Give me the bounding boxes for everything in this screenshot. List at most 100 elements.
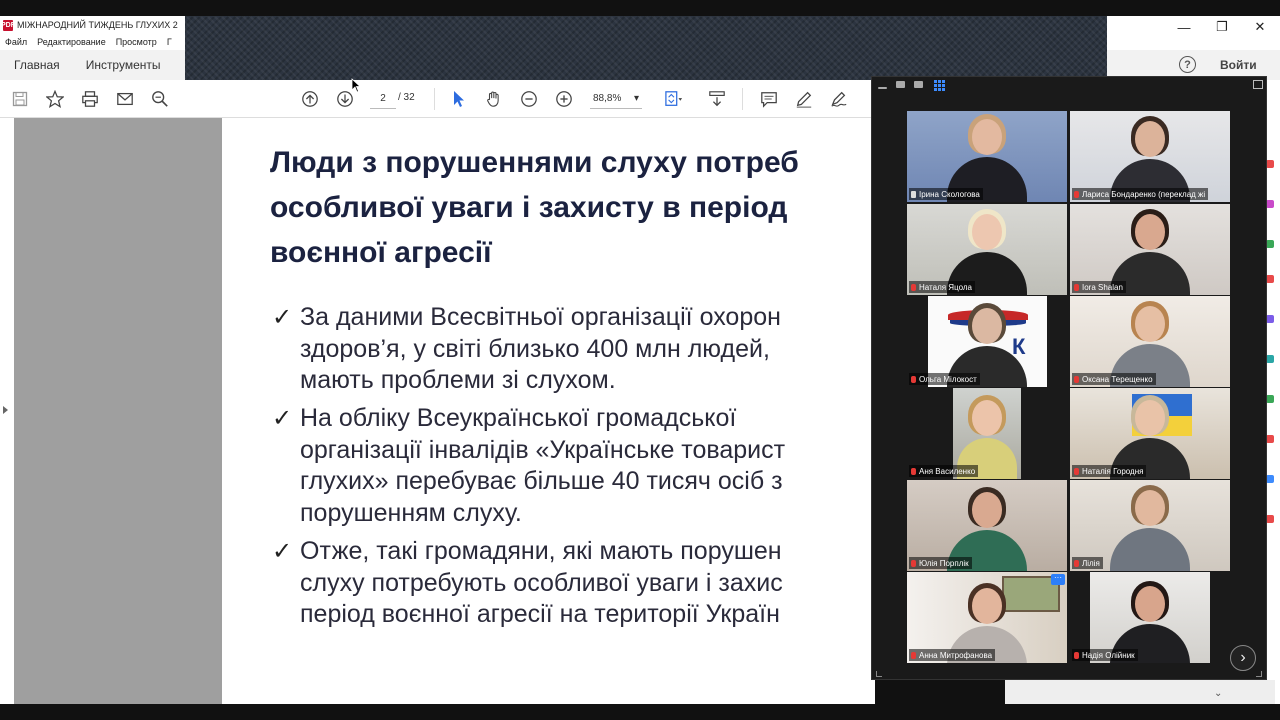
- save-icon[interactable]: [9, 88, 31, 110]
- participant-name-1: Ірина Скологова: [909, 188, 983, 200]
- zoom-out-icon[interactable]: [518, 88, 540, 110]
- mouse-cursor-icon: [351, 78, 361, 93]
- fit-page-icon[interactable]: [663, 88, 685, 110]
- slide-title-line-1: Люди з порушеннями слуху потреб: [270, 146, 799, 179]
- status-area: [1005, 680, 1275, 704]
- login-button[interactable]: Войти: [1220, 58, 1257, 72]
- page-total: / 32: [398, 92, 415, 103]
- slide-title-line-3: воєнної агресії: [270, 236, 492, 269]
- tab-home[interactable]: Главная: [14, 58, 60, 72]
- restore-button[interactable]: ❐: [1207, 16, 1237, 38]
- bookmark-star-icon[interactable]: [44, 88, 66, 110]
- document-title: МІЖНАРОДНИЙ ТИЖДЕНЬ ГЛУХИХ 2: [17, 20, 178, 30]
- scroll-down-icon[interactable]: ⌄: [1214, 688, 1222, 699]
- pin-icon: [911, 190, 916, 198]
- checkmark-icon: ✓: [272, 538, 293, 565]
- pdf-page: Люди з порушеннями слуху потреб особливо…: [222, 118, 875, 704]
- participant-tile-4[interactable]: Iora Shalan: [1070, 204, 1230, 295]
- comment-icon[interactable]: [758, 88, 780, 110]
- email-icon[interactable]: [114, 88, 136, 110]
- bullet-1-line-3: мають проблеми зі слухом.: [300, 366, 616, 394]
- zoom-level-select[interactable]: 88,8% ▾: [590, 89, 642, 109]
- bullet-3-line-1: Отже, такі громадяни, які мають порушен: [300, 537, 782, 565]
- menu-more[interactable]: Г: [167, 37, 172, 47]
- participant-tile-5[interactable]: К Ольга Мілокост: [907, 296, 1067, 387]
- hand-tool-icon[interactable]: [483, 88, 505, 110]
- tool-icon[interactable]: [1266, 515, 1274, 523]
- muted-mic-icon: [1074, 559, 1079, 567]
- tool-icon[interactable]: [1266, 475, 1274, 483]
- zoom-in-icon[interactable]: [553, 88, 575, 110]
- participant-more-button[interactable]: ···: [1051, 574, 1065, 585]
- gallery-view-icon[interactable]: [934, 80, 945, 91]
- participant-name-2: Лариса Бондаренко (переклад жі: [1072, 188, 1209, 200]
- participant-tile-3[interactable]: Наталя Яцола: [907, 204, 1067, 295]
- previous-page-icon[interactable]: [299, 88, 321, 110]
- bullet-2-line-1: На обліку Всеукраїнської громадської: [300, 404, 737, 432]
- pdf-app-icon: PDF: [1, 19, 15, 31]
- page-number-input[interactable]: 2: [370, 89, 396, 109]
- tool-icon[interactable]: [1266, 160, 1274, 168]
- tab-tools[interactable]: Инструменты: [86, 58, 161, 72]
- menu-edit[interactable]: Редактирование: [37, 37, 106, 47]
- expand-panel-arrow-icon[interactable]: [3, 406, 8, 414]
- muted-mic-icon: [1074, 467, 1079, 475]
- sign-icon[interactable]: [828, 88, 850, 110]
- participant-tile-9[interactable]: Юлія Порплік: [907, 480, 1067, 571]
- bullet-3-line-3: період воєнної агресії на території Укра…: [300, 600, 780, 628]
- select-cursor-icon[interactable]: [448, 88, 470, 110]
- scroll-mode-icon[interactable]: [706, 88, 728, 110]
- muted-mic-icon: [1074, 283, 1079, 291]
- tool-icon[interactable]: [1266, 275, 1274, 283]
- muted-mic-icon: [1074, 190, 1079, 198]
- participant-tile-10[interactable]: Лілія: [1070, 480, 1230, 571]
- checkmark-icon: ✓: [272, 405, 293, 432]
- participant-tile-6[interactable]: Оксана Терещенко: [1070, 296, 1230, 387]
- acrobat-title-bar: PDF МІЖНАРОДНИЙ ТИЖДЕНЬ ГЛУХИХ 2: [0, 16, 185, 34]
- participant-name-10: Лілія: [1072, 557, 1103, 569]
- document-background: [14, 118, 222, 704]
- tool-icon[interactable]: [1266, 315, 1274, 323]
- muted-mic-icon: [911, 651, 916, 659]
- resize-grip-icon[interactable]: [1256, 671, 1262, 677]
- resize-grip-icon[interactable]: [876, 671, 882, 677]
- tool-icon[interactable]: [1266, 355, 1274, 363]
- tool-icon[interactable]: [1266, 435, 1274, 443]
- participant-tile-2[interactable]: Лариса Бондаренко (переклад жі: [1070, 111, 1230, 202]
- participant-tile-12[interactable]: Надія Олійник: [1070, 572, 1230, 663]
- checkmark-icon: ✓: [272, 304, 293, 331]
- zoom-level-value: 88,8%: [593, 93, 622, 104]
- zoom-window-icon[interactable]: [914, 81, 923, 88]
- muted-mic-icon: [1074, 375, 1079, 383]
- menu-file[interactable]: Файл: [5, 37, 27, 47]
- participant-tile-11[interactable]: ··· Анна Митрофанова: [907, 572, 1067, 663]
- zoom-minimize-icon[interactable]: [878, 87, 887, 89]
- muted-mic-icon: [911, 467, 916, 475]
- print-icon[interactable]: [79, 88, 101, 110]
- participant-name-5: Ольга Мілокост: [909, 373, 980, 385]
- acrobat-tabs: Главная Инструменты: [0, 50, 185, 80]
- muted-mic-icon: [911, 375, 916, 383]
- participant-tile-1[interactable]: Ірина Скологова: [907, 111, 1067, 202]
- pen-icon[interactable]: [793, 88, 815, 110]
- bullet-2-line-3: глухих» перебуває більше 40 тисяч осіб з: [300, 467, 783, 495]
- muted-mic-icon: [911, 283, 916, 291]
- participant-tile-8[interactable]: Наталія Городня: [1070, 388, 1230, 479]
- search-icon[interactable]: [149, 88, 171, 110]
- toolbar-separator: [434, 88, 435, 110]
- menu-view[interactable]: Просмотр: [116, 37, 157, 47]
- tool-icon[interactable]: [1266, 240, 1274, 248]
- next-page-button[interactable]: ›: [1230, 645, 1256, 671]
- close-button[interactable]: ✕: [1245, 16, 1275, 38]
- minimize-button[interactable]: —: [1169, 16, 1199, 38]
- fullscreen-icon[interactable]: [1253, 80, 1263, 89]
- help-icon[interactable]: ?: [1179, 56, 1196, 73]
- zoom-tile-icon[interactable]: [896, 81, 905, 88]
- participant-tile-7[interactable]: Аня Василенко: [907, 388, 1067, 479]
- screen: PDF МІЖНАРОДНИЙ ТИЖДЕНЬ ГЛУХИХ 2 Файл Ре…: [0, 0, 1280, 720]
- tool-icon[interactable]: [1266, 395, 1274, 403]
- muted-mic-icon: [1074, 651, 1079, 659]
- participant-name-6: Оксана Терещенко: [1072, 373, 1156, 385]
- tool-icon[interactable]: [1266, 200, 1274, 208]
- screen-share-overlay-pattern: [185, 16, 1107, 80]
